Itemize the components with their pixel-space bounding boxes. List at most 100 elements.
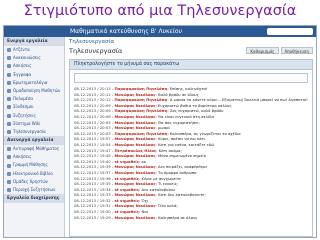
message-time: 08-12-2013 / 20:09	[74, 108, 111, 114]
tool-icon	[7, 179, 11, 184]
sidebar-item[interactable]: Συζητήσεις	[4, 112, 64, 120]
tool-icon	[7, 72, 11, 77]
message-time: 08-12-2013 / 19:54	[74, 141, 111, 147]
clear-button[interactable]: Καθαρισμός	[246, 47, 279, 54]
sidebar-item[interactable]: Τηλεσυνεργασία	[4, 128, 64, 136]
message-time: 08-12-2013 / 19:33	[74, 192, 111, 198]
tool-icon	[7, 188, 11, 193]
tool-icon	[7, 113, 11, 118]
message-text: : Κύριε με συγχωρείτε	[139, 175, 182, 181]
message-input[interactable]	[74, 73, 308, 83]
sidebar-item[interactable]: Σύστημα Wiki	[4, 120, 64, 128]
sidebar-item-label: Ασκήσεις	[13, 154, 32, 160]
sidebar-item[interactable]: Γραμμή Μάθησης	[4, 161, 64, 169]
sidebar-item[interactable]: Σύνδεσμοι	[4, 103, 64, 111]
sidebar-section-active: Ενεργά εργαλεία	[4, 37, 64, 46]
message-user: st νημαθείς	[114, 158, 140, 164]
message-time: 08-12-2013 / 19:47	[74, 147, 111, 153]
message-user: Παραφορούση Πηνελόπη	[114, 108, 168, 114]
message-text: : Καλό βράδυ σε όλους	[155, 91, 199, 97]
tool-icon	[7, 147, 11, 152]
message-time: 08-12-2013 / 20:03	[74, 125, 111, 131]
tool-icon	[7, 80, 11, 85]
message-time: 08-12-2013 / 20:12	[74, 97, 111, 103]
message-list: 08-12-2013 / 20:13 - Παραφορούση Πηνελόπ…	[70, 86, 312, 220]
sidebar-item-label: Περιοχή Συζητήσεων	[13, 187, 56, 192]
message-time: 08-12-2013 / 19:30	[74, 209, 111, 215]
message-user: Μανώρας Νικόλαος	[114, 169, 156, 175]
message-user: Μανώρας Νικόλαος	[114, 91, 156, 97]
tool-icon	[7, 97, 11, 102]
message-user: st νημαθείς	[114, 197, 140, 203]
app-title: Μαθηματικά κατεύθυνσης Β' Λυκείου	[70, 28, 182, 35]
message-text: : οκ	[139, 158, 147, 164]
message-text: : Α ωραία το κάνετε κύριε... Εξαιρετική …	[167, 97, 308, 103]
message-text: : Επίσης, καληνύχτα!	[167, 86, 208, 91]
sidebar-item[interactable]: Πολυμέσα	[4, 95, 64, 103]
sidebar-item[interactable]: Ασκήσεις	[4, 153, 64, 161]
sidebar-item-label: Ανακοινώσεις	[13, 55, 41, 61]
message-text: : Κύριε, πρέπει να πω κάτι	[155, 136, 206, 142]
sidebar-item-label: Ηλεκτρονικό Βιβλίο	[13, 170, 53, 176]
tool-icon	[7, 121, 11, 126]
message-text: : μωαρί	[155, 125, 170, 131]
message-text: : Καλησπέρα σε όλους	[155, 214, 198, 220]
sidebar-item[interactable]: Ερωτηματολόγια	[4, 79, 64, 87]
message-user: Μανώρας Νικόλαος	[114, 181, 156, 187]
message-user: Μανώρας Νικόλαος	[114, 102, 156, 108]
message-time: 08-12-2013 / 20:13	[74, 86, 111, 91]
sidebar-item-label: Σύστημα Wiki	[13, 120, 41, 126]
slide-title: Στιγμιότυπο από μια Τηλεσυνεργασία	[23, 3, 297, 19]
message-text: : Το όμορφο άνθρωπο	[155, 169, 197, 175]
message-time: 08-12-2013 / 20:05	[74, 119, 111, 125]
sidebar-item-label: Γραμμή Μάθησης	[13, 162, 48, 168]
sidebar-item[interactable]: Ομαδοποίηση Μαθητών	[4, 87, 64, 95]
chat-panel-header: Πληκτρολογήστε το μήνυμά σας παρακάτω	[70, 60, 312, 70]
message-time: 08-12-2013 / 19:32	[74, 197, 111, 203]
message-user: Μανώρας Νικόλαος	[114, 141, 156, 147]
message-user: Μανώρας Νικόλαος	[114, 125, 156, 131]
sidebar-item[interactable]: Ασκήσεις	[4, 62, 64, 70]
sidebar-item-label: Ασκήσεις	[13, 63, 32, 69]
sidebar-item[interactable]: Περιοχή Συζητήσεων	[4, 186, 64, 194]
message-user: Παραφορούση Πηνελόπη	[114, 86, 168, 91]
message-time: 08-12-2013 / 19:36	[74, 175, 111, 181]
message-user: Πετρόπουλος Ηλίας	[114, 147, 157, 153]
message-time: 08-12-2013 / 19:40	[74, 158, 111, 164]
sidebar-item[interactable]: Έγγραφα	[4, 71, 64, 79]
sidebar-item[interactable]: Ανακοινώσεις	[4, 54, 64, 62]
tool-icon	[7, 64, 11, 69]
message-user: st νημαθείς	[114, 186, 140, 192]
message-text: : Κάτι για εσένα, κοιτάξτε εδώ	[155, 141, 215, 147]
message-text: : Καλησπέρα, ας γνωρίζεται το σχέδιο	[167, 130, 241, 136]
message-time: 08-12-2013 / 19:34	[74, 186, 111, 192]
sidebar-item[interactable]: Ατζέντα	[4, 46, 64, 54]
message-time: 08-12-2013 / 19:35	[74, 181, 111, 187]
sidebar: Ενεργά εργαλεία Ατζέντα Ανακοινώσεις Ασκήσ…	[4, 37, 65, 237]
message-time: 08-12-2013 / 20:06	[74, 113, 111, 119]
message-text: : Θα είναι ευγενικό στη σελίδα	[155, 113, 214, 119]
sidebar-item[interactable]: Ηλεκτρονικό Βιβλίο	[4, 170, 64, 178]
message-text: : Ναι	[139, 209, 149, 215]
message-text: : Κάτι ακόμα;	[156, 147, 182, 153]
message-user: Μανώρας Νικόλαος	[114, 214, 156, 220]
message-time: 08-12-2013 / 19:37	[74, 169, 111, 175]
message-text: : Δεν καταλαβαίνω	[139, 186, 176, 192]
message-user: Μανώρας Νικόλαος	[114, 113, 156, 119]
message-time: 08-12-2013 / 19:45	[74, 153, 111, 159]
tool-icon	[7, 171, 11, 176]
message-text: : Όλα καλά;	[155, 203, 178, 209]
message-text: : Τι εννοείς;	[155, 181, 179, 187]
main-content: Τηλεσυνεργασία Τηλεσυνεργασία Καθαρισμός…	[66, 37, 316, 237]
message-user: Μανώρας Νικόλαος	[114, 164, 156, 170]
message-text: : Κάτι δεν καταλαβαίνετε;	[155, 192, 206, 198]
sidebar-item[interactable]: Αντιγραφή Μαθήματος	[4, 145, 64, 153]
message-user: Παραφορούση Πηνελόπη	[114, 130, 168, 136]
save-button[interactable]: Αποθήκευση	[280, 47, 313, 54]
search-input[interactable]	[267, 28, 313, 35]
breadcrumb[interactable]: Τηλεσυνεργασία	[69, 38, 114, 46]
sidebar-section-admin: Εργαλεία διαχείρισης	[4, 194, 64, 204]
message-text: : Μόνο σημειωμένο σημείο	[155, 153, 207, 159]
sidebar-item[interactable]: Ομάδες Χρηστών	[4, 178, 64, 186]
sidebar-item-label: Σύνδεσμοι	[13, 104, 34, 110]
